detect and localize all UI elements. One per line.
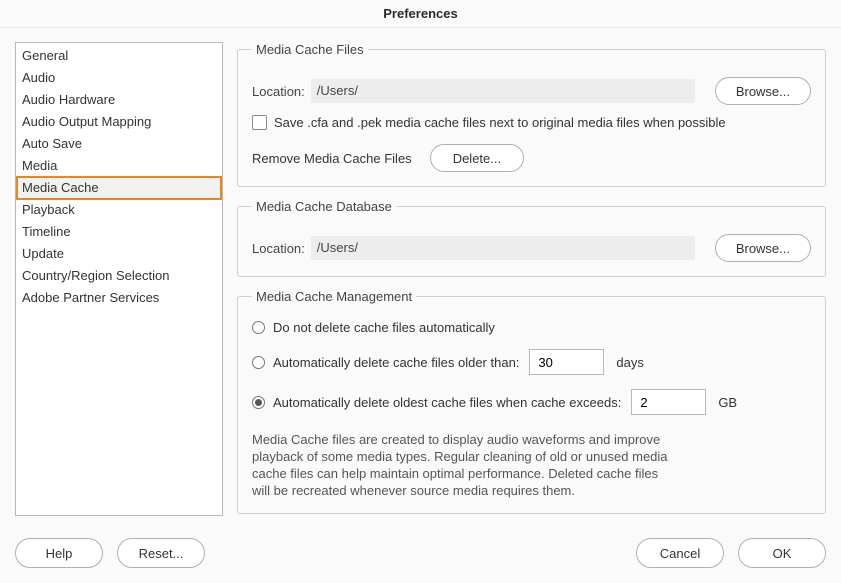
cache-db-browse-button[interactable]: Browse... [715, 234, 811, 262]
ok-button[interactable]: OK [738, 538, 826, 568]
radio-delete-older[interactable] [252, 356, 265, 369]
sidebar-item-auto-save[interactable]: Auto Save [16, 133, 222, 155]
reset-button[interactable]: Reset... [117, 538, 205, 568]
radio-no-delete[interactable] [252, 321, 265, 334]
cache-db-location-label: Location: [252, 241, 305, 256]
sidebar-item-audio-output-mapping[interactable]: Audio Output Mapping [16, 111, 222, 133]
sidebar-item-timeline[interactable]: Timeline [16, 221, 222, 243]
radio-no-delete-label: Do not delete cache files automatically [273, 320, 495, 335]
media-cache-management-legend: Media Cache Management [252, 289, 416, 304]
sidebar-item-general[interactable]: General [16, 45, 222, 67]
sidebar-item-playback[interactable]: Playback [16, 199, 222, 221]
sidebar-item-media[interactable]: Media [16, 155, 222, 177]
window-title: Preferences [0, 0, 841, 28]
remove-cache-label: Remove Media Cache Files [252, 151, 412, 166]
sidebar-item-audio[interactable]: Audio [16, 67, 222, 89]
save-next-to-checkbox[interactable] [252, 115, 267, 130]
cache-db-location-value: /Users/ [311, 236, 695, 260]
content: GeneralAudioAudio HardwareAudio Output M… [0, 28, 841, 526]
media-cache-files-group: Media Cache Files Location: /Users/ Brow… [237, 42, 826, 187]
delete-cache-button[interactable]: Delete... [430, 144, 524, 172]
sidebar-item-country-region-selection[interactable]: Country/Region Selection [16, 265, 222, 287]
cache-info-text: Media Cache files are created to display… [252, 431, 672, 499]
media-cache-management-group: Media Cache Management Do not delete cac… [237, 289, 826, 514]
cache-files-browse-button[interactable]: Browse... [715, 77, 811, 105]
media-cache-database-legend: Media Cache Database [252, 199, 396, 214]
help-button[interactable]: Help [15, 538, 103, 568]
media-cache-database-group: Media Cache Database Location: /Users/ B… [237, 199, 826, 277]
cancel-button[interactable]: Cancel [636, 538, 724, 568]
sidebar-item-audio-hardware[interactable]: Audio Hardware [16, 89, 222, 111]
sidebar-item-update[interactable]: Update [16, 243, 222, 265]
radio-delete-exceeds[interactable] [252, 396, 265, 409]
gb-input[interactable] [631, 389, 706, 415]
main-panel: Media Cache Files Location: /Users/ Brow… [223, 42, 826, 526]
cache-files-location-label: Location: [252, 84, 305, 99]
days-input[interactable] [529, 349, 604, 375]
radio-delete-older-label: Automatically delete cache files older t… [273, 355, 519, 370]
cache-files-location-value: /Users/ [311, 79, 695, 103]
days-unit: days [616, 355, 643, 370]
media-cache-files-legend: Media Cache Files [252, 42, 368, 57]
sidebar-item-adobe-partner-services[interactable]: Adobe Partner Services [16, 287, 222, 309]
category-sidebar: GeneralAudioAudio HardwareAudio Output M… [15, 42, 223, 516]
save-next-to-label: Save .cfa and .pek media cache files nex… [274, 115, 726, 130]
preferences-window: Preferences GeneralAudioAudio HardwareAu… [0, 0, 841, 583]
dialog-footer: Help Reset... Cancel OK [15, 538, 826, 568]
gb-unit: GB [718, 395, 737, 410]
radio-delete-exceeds-label: Automatically delete oldest cache files … [273, 395, 621, 410]
sidebar-item-media-cache[interactable]: Media Cache [16, 176, 222, 200]
